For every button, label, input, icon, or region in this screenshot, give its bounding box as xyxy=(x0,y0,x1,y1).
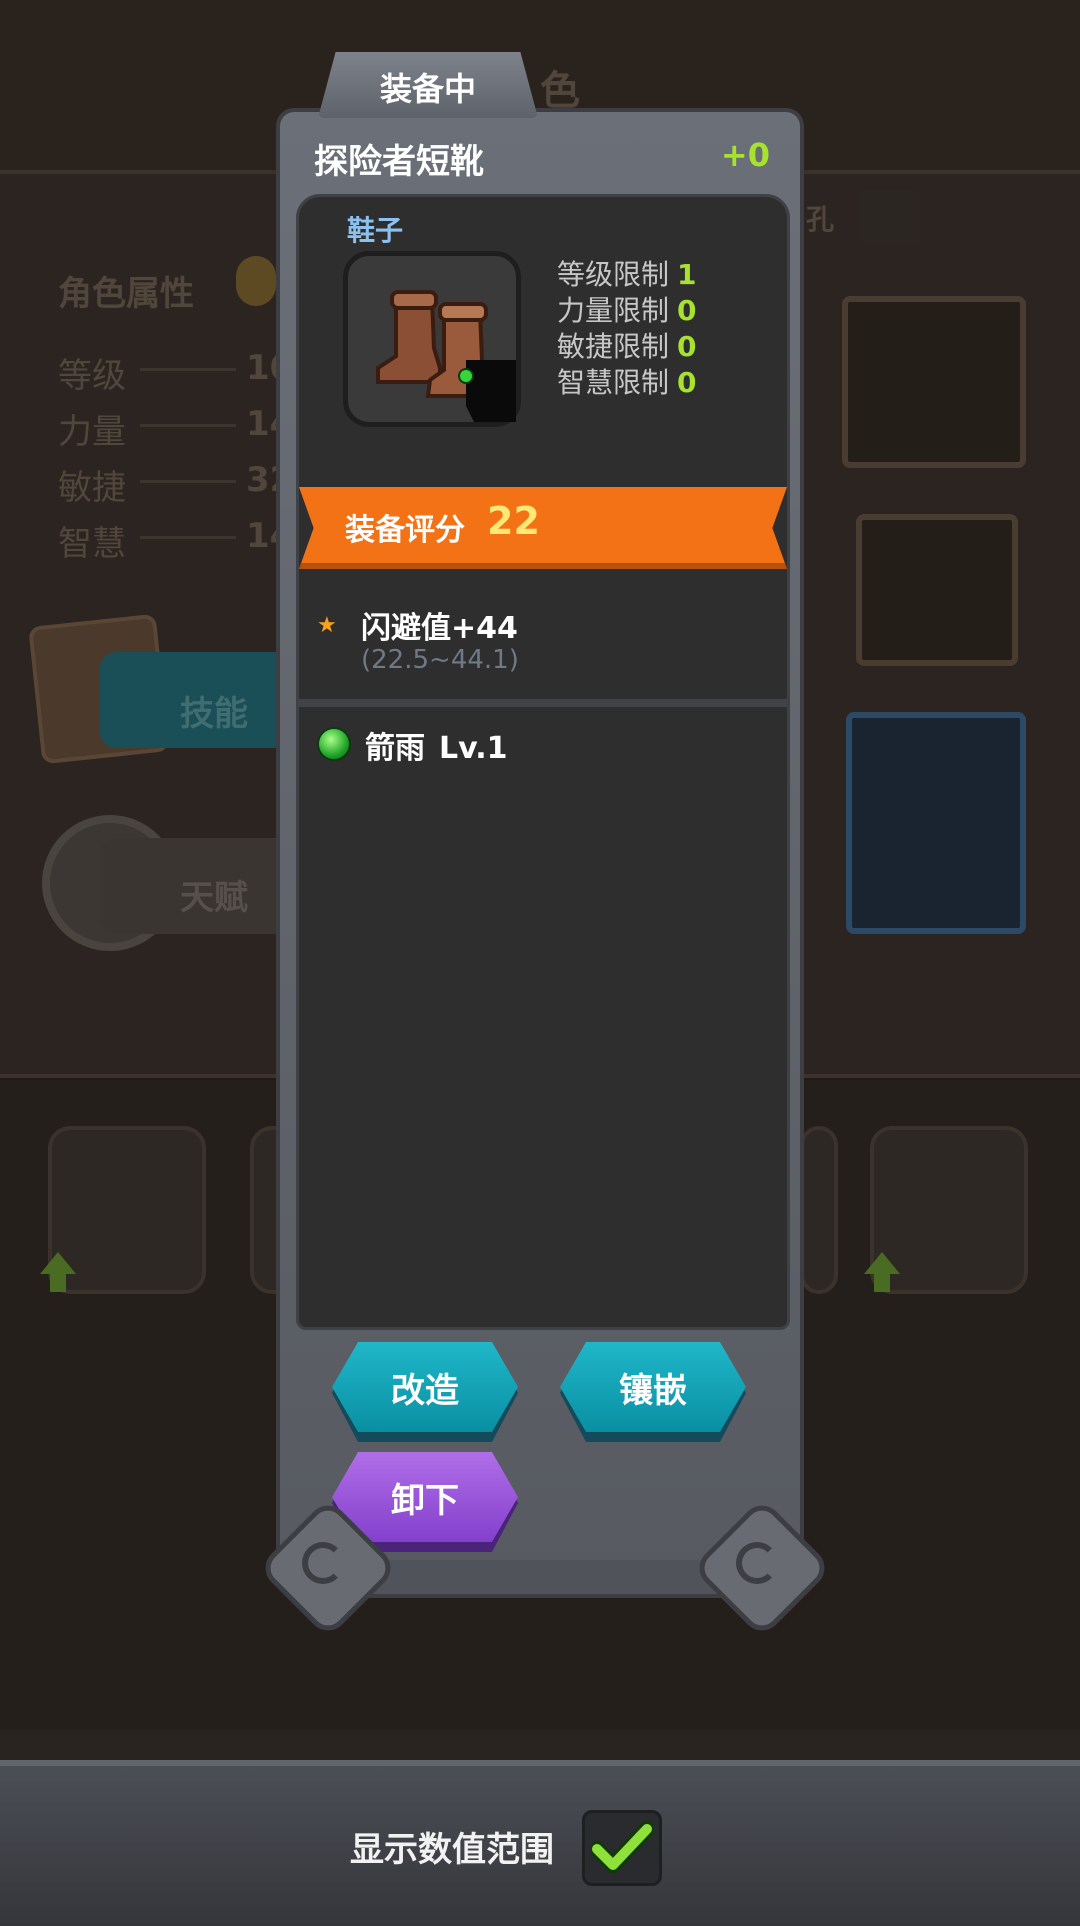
skill-entry: 箭雨 Lv.1 xyxy=(365,723,508,767)
attribute-bonus: 闪避值+44 xyxy=(361,611,518,646)
score-value: 22 xyxy=(487,499,540,543)
item-name: 探险者短靴 xyxy=(314,142,484,182)
background-equip-slot xyxy=(842,296,1026,468)
requirement-value: 0 xyxy=(677,294,697,327)
equipment-score-banner: 装备评分 22 xyxy=(299,487,787,569)
leather-boots-icon xyxy=(376,290,516,422)
equipped-tab-label: 装备中 xyxy=(379,70,476,108)
background-upgrade-arrow-icon xyxy=(40,1252,76,1274)
background-upgrade-arrow-stem xyxy=(874,1274,890,1292)
background-attr-label: 等级 xyxy=(58,356,126,396)
background-attributes-title: 角色属性 xyxy=(58,274,194,314)
enhance-level: +0 xyxy=(720,136,770,174)
background-attr-dash xyxy=(140,424,236,427)
background-weapon-slot xyxy=(846,712,1026,934)
requirement-label: 智慧限制 xyxy=(557,366,670,399)
item-detail-panel: 鞋子 等级限制 1 力量限制 0 敏捷限制 0 智慧限制 0 装备评分 22 ★… xyxy=(296,194,790,1330)
requirement-row: 智慧限制 0 xyxy=(557,365,697,401)
skill-level: Lv.1 xyxy=(439,731,508,766)
background-attr-dash xyxy=(140,480,236,483)
requirement-value: 1 xyxy=(677,258,697,291)
item-icon-frame xyxy=(343,251,521,427)
requirement-label: 敏捷限制 xyxy=(557,330,670,363)
background-upgrade-arrow-icon xyxy=(864,1252,900,1274)
slot-type-label: 鞋子 xyxy=(347,214,404,247)
background-info-icon xyxy=(236,256,276,306)
background-header-char: 色 xyxy=(540,68,580,114)
background-attr-label: 力量 xyxy=(58,412,126,452)
equipment-dialog: 探险者短靴 +0 鞋子 等级限制 1 力量限制 0 敏捷限制 0 智慧限制 0 … xyxy=(280,112,800,1592)
requirement-list: 等级限制 1 力量限制 0 敏捷限制 0 智慧限制 0 xyxy=(557,257,697,401)
requirement-row: 力量限制 0 xyxy=(557,293,697,329)
background-socket-check-icon xyxy=(860,190,920,246)
show-range-bar: 显示数值范围 xyxy=(0,1760,1080,1926)
inlay-button[interactable]: 镶嵌 xyxy=(560,1342,746,1432)
reforge-button[interactable]: 改造 xyxy=(332,1342,518,1432)
background-upgrade-arrow-stem xyxy=(50,1274,66,1292)
background-attr-dash xyxy=(140,368,236,371)
show-range-label: 显示数值范围 xyxy=(350,1830,554,1870)
score-label: 装备评分 xyxy=(345,513,465,548)
swirl-ornament-icon xyxy=(736,1542,778,1584)
attribute-range: (22.5~44.1) xyxy=(361,645,519,675)
requirement-row: 敏捷限制 0 xyxy=(557,329,697,365)
requirement-value: 0 xyxy=(677,366,697,399)
requirement-label: 等级限制 xyxy=(557,258,670,291)
background-socket-label: 孔 xyxy=(806,203,835,236)
background-attr-dash xyxy=(140,536,236,539)
star-icon: ★ xyxy=(317,613,337,638)
requirement-row: 等级限制 1 xyxy=(557,257,697,293)
checkmark-icon xyxy=(591,1821,653,1873)
requirement-value: 0 xyxy=(677,330,697,363)
swirl-ornament-icon xyxy=(302,1542,344,1584)
green-gem-icon xyxy=(317,727,351,761)
equipped-tab[interactable]: 装备中 xyxy=(318,52,538,118)
background-equip-slot xyxy=(856,514,1018,666)
skill-name: 箭雨 xyxy=(365,731,425,766)
show-range-checkbox[interactable] xyxy=(582,1810,662,1886)
background-hero-slot xyxy=(800,1126,838,1294)
background-talent-label: 天赋 xyxy=(180,878,248,918)
requirement-label: 力量限制 xyxy=(557,294,670,327)
background-skill-label: 技能 xyxy=(180,694,248,734)
section-divider xyxy=(299,699,787,707)
background-attr-label: 智慧 xyxy=(58,524,126,564)
background-attr-label: 敏捷 xyxy=(58,468,126,508)
